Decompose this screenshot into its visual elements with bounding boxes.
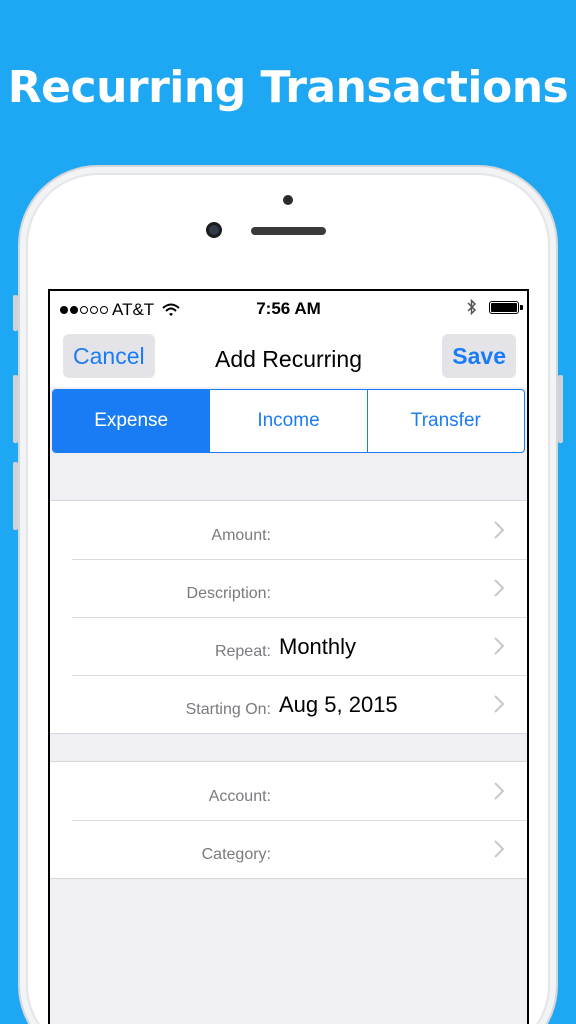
chevron-right-icon bbox=[494, 782, 505, 800]
account-label: Account: bbox=[208, 788, 271, 805]
account-category-group: Account: Category: bbox=[50, 761, 527, 879]
front-camera bbox=[206, 222, 222, 238]
chevron-right-icon bbox=[494, 579, 505, 597]
phone-side-button bbox=[13, 295, 18, 331]
segment-expense[interactable]: Expense bbox=[53, 390, 211, 452]
segment-transfer[interactable]: Transfer bbox=[368, 390, 524, 452]
phone-volume-down-button bbox=[13, 462, 18, 530]
account-row[interactable]: Account: bbox=[50, 762, 527, 820]
transaction-details-group: Amount: Description: Repeat: Monthly Sta… bbox=[50, 500, 527, 734]
transaction-type-segmented-control: Expense Income Transfer bbox=[52, 389, 525, 453]
repeat-value: Monthly bbox=[279, 634, 357, 659]
repeat-label: Repeat: bbox=[214, 643, 271, 660]
phone-volume-up-button bbox=[13, 375, 18, 443]
description-row[interactable]: Description: bbox=[50, 559, 527, 617]
amount-label: Amount: bbox=[211, 527, 271, 544]
amount-row[interactable]: Amount: bbox=[50, 501, 527, 559]
status-time: 7:56 AM bbox=[256, 299, 321, 318]
status-right bbox=[467, 299, 523, 315]
starting-on-label: Starting On: bbox=[185, 701, 271, 718]
app-view: AT&T 7:56 AM Cancel Add Recurring Save E… bbox=[50, 291, 527, 1024]
description-label: Description: bbox=[186, 585, 271, 602]
category-row[interactable]: Category: bbox=[50, 820, 527, 878]
category-label: Category: bbox=[201, 846, 271, 863]
repeat-row[interactable]: Repeat: Monthly bbox=[50, 617, 527, 675]
chevron-right-icon bbox=[494, 840, 505, 858]
segment-income[interactable]: Income bbox=[210, 390, 368, 452]
starting-on-row[interactable]: Starting On: Aug 5, 2015 bbox=[50, 675, 527, 733]
chevron-right-icon bbox=[494, 521, 505, 539]
starting-on-value: Aug 5, 2015 bbox=[279, 692, 398, 717]
chevron-right-icon bbox=[494, 695, 505, 713]
battery-icon bbox=[489, 300, 523, 314]
headline: Recurring Transactions bbox=[7, 62, 569, 113]
bluetooth-icon bbox=[467, 299, 477, 315]
save-button[interactable]: Save bbox=[442, 334, 516, 378]
earpiece-speaker bbox=[251, 227, 326, 235]
proximity-sensor bbox=[283, 195, 293, 205]
navigation-bar: Cancel Add Recurring Save bbox=[50, 327, 527, 387]
status-bar: AT&T 7:56 AM bbox=[50, 291, 527, 327]
phone-power-button bbox=[558, 375, 563, 443]
chevron-right-icon bbox=[494, 637, 505, 655]
phone-screen: AT&T 7:56 AM Cancel Add Recurring Save E… bbox=[48, 289, 529, 1024]
